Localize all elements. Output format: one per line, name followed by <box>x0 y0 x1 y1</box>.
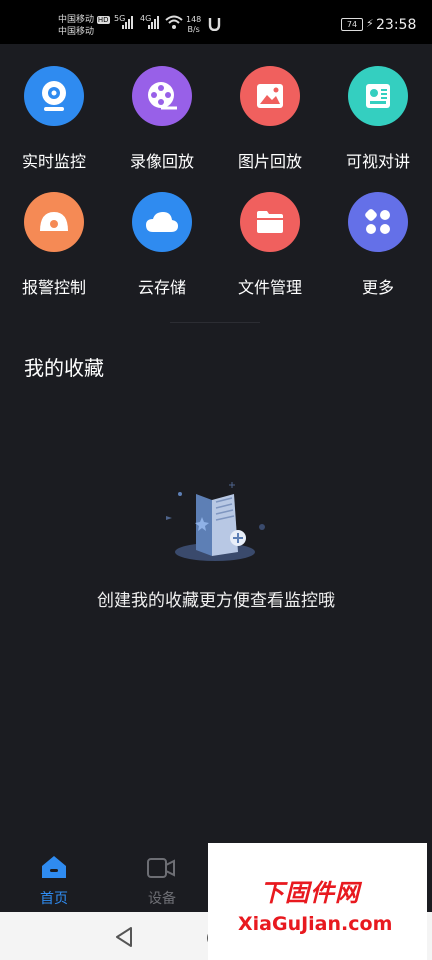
tab-label: 首页 <box>40 891 68 907</box>
grid-label: 文件管理 <box>237 278 302 297</box>
divider <box>170 322 260 323</box>
signal-icon-2 <box>148 16 159 29</box>
grid-label: 录像回放 <box>129 152 194 171</box>
clock: 23:58 <box>376 17 417 33</box>
alarm-icon <box>24 192 84 252</box>
hd-badge: HD <box>96 16 110 24</box>
tab-home[interactable]: 首页 <box>0 840 108 908</box>
more-icon <box>348 192 408 252</box>
back-icon[interactable] <box>114 926 134 948</box>
film-reel-icon <box>132 66 192 126</box>
charging-icon: ⚡ <box>366 17 374 30</box>
grid-item-alarm-control[interactable]: 报警控制 <box>0 188 108 298</box>
tab-device[interactable]: 设备 <box>108 840 216 908</box>
grid-item-more[interactable]: 更多 <box>324 188 432 298</box>
app-notification-icon <box>208 18 221 31</box>
status-bar: 中国移动 HD 中国移动 5G 4G 148 B/s 74 ⚡ 23:58 <box>0 0 432 44</box>
watermark-url: XiaGuJian.com <box>238 913 393 935</box>
grid-label: 实时监控 <box>21 152 86 171</box>
home-icon <box>0 840 108 880</box>
net-speed: 148 B/s <box>186 15 201 35</box>
intercom-icon <box>348 66 408 126</box>
grid-item-record-playback[interactable]: 录像回放 <box>108 62 216 172</box>
watermark-title: 下固件网 <box>260 879 360 907</box>
speed-unit: B/s <box>187 25 200 34</box>
grid-item-cloud-storage[interactable]: 云存储 <box>108 188 216 298</box>
battery-indicator: 74 <box>341 18 363 31</box>
grid-item-image-playback[interactable]: 图片回放 <box>216 62 324 172</box>
tab-label: 设备 <box>148 891 176 907</box>
camera-icon <box>24 66 84 126</box>
grid-label: 图片回放 <box>237 152 302 171</box>
device-icon <box>108 840 216 880</box>
grid-label: 报警控制 <box>21 278 86 297</box>
watermark: 下固件网 XiaGuJian.com <box>208 843 427 960</box>
grid-label: 可视对讲 <box>345 152 410 171</box>
grid-label: 云存储 <box>137 278 186 297</box>
grid-label: 更多 <box>361 278 394 297</box>
image-icon <box>240 66 300 126</box>
grid-item-live-monitor[interactable]: 实时监控 <box>0 62 108 172</box>
empty-state-text: 创建我的收藏更方便查看监控哦 <box>97 591 335 611</box>
carrier-2: 中国移动 <box>58 27 95 37</box>
folder-icon <box>240 192 300 252</box>
grid-item-file-manager[interactable]: 文件管理 <box>216 188 324 298</box>
speed-value: 148 <box>186 15 202 24</box>
carrier-info: 中国移动 HD 中国移动 <box>58 14 110 38</box>
cloud-icon <box>132 192 192 252</box>
empty-favorites-illustration-icon <box>166 482 265 561</box>
grid-item-video-intercom[interactable]: 可视对讲 <box>324 62 432 172</box>
wifi-icon <box>165 15 183 29</box>
favorites-title: 我的收藏 <box>24 356 104 380</box>
signal-icon <box>122 16 133 29</box>
carrier-1: 中国移动 <box>58 15 95 25</box>
